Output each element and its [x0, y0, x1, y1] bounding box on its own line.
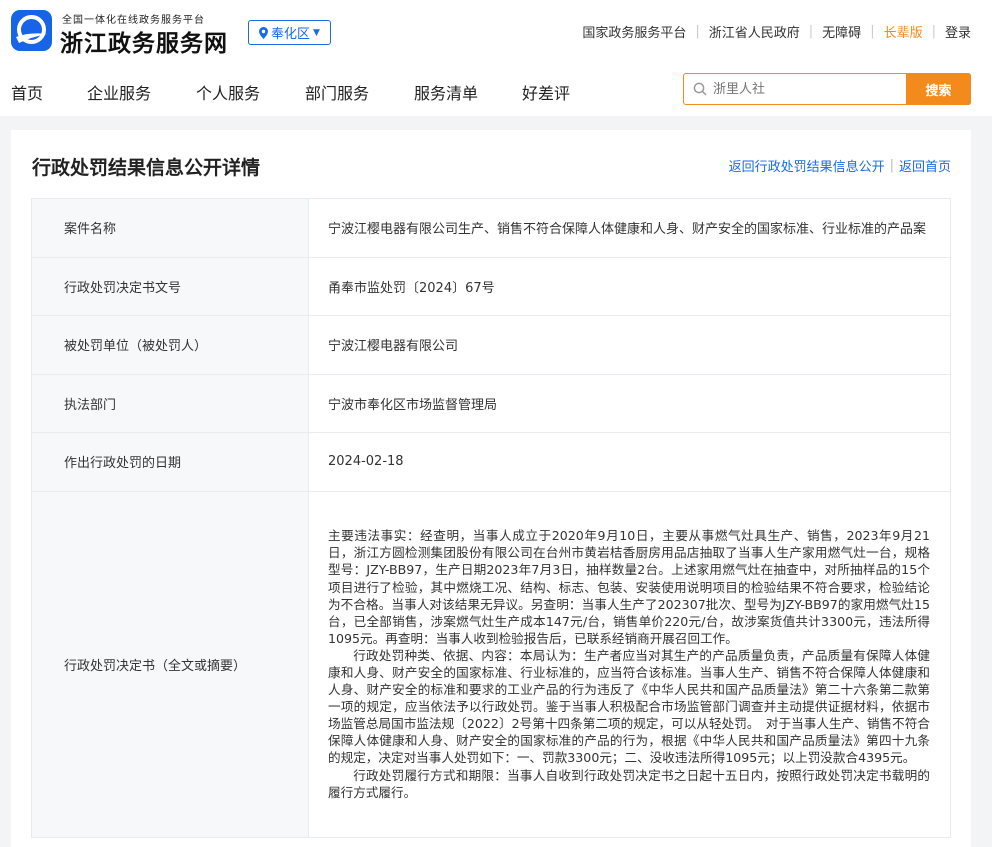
- search-icon: [693, 82, 707, 96]
- decision-date-label: 作出行政处罚的日期: [31, 432, 309, 492]
- divider: |: [870, 24, 875, 39]
- table-row: 行政处罚决定书文号 甬奉市监处罚〔2024〕67号: [31, 256, 951, 316]
- table-row: 案件名称 宁波江樱电器有限公司生产、销售不符合保障人体健康和人身、财产安全的国家…: [31, 198, 951, 258]
- back-to-home-link[interactable]: 返回首页: [899, 156, 951, 175]
- top-header: 全国一体化在线政务服务平台 浙江政务服务网 奉化区 ▼ 国家政务服务平台 | 浙…: [0, 0, 992, 64]
- divider: |: [931, 24, 936, 39]
- detail-table: 案件名称 宁波江樱电器有限公司生产、销售不符合保障人体健康和人身、财产安全的国家…: [31, 198, 951, 838]
- table-row: 执法部门 宁波市奉化区市场监督管理局: [31, 373, 951, 433]
- nav-item-evaluation[interactable]: 好差评: [522, 80, 570, 104]
- case-name-value: 宁波江樱电器有限公司生产、销售不符合保障人体健康和人身、财产安全的国家标准、行业…: [308, 198, 951, 258]
- nav-item-enterprise[interactable]: 企业服务: [87, 80, 151, 104]
- link-login[interactable]: 登录: [945, 22, 971, 41]
- nav-item-department[interactable]: 部门服务: [305, 80, 369, 104]
- link-accessibility[interactable]: 无障碍: [822, 22, 861, 41]
- nav-item-home[interactable]: 首页: [11, 80, 43, 104]
- link-elderly-mode[interactable]: 长辈版: [884, 22, 923, 41]
- region-label: 奉化区: [271, 27, 311, 42]
- search-box: 搜索: [683, 73, 971, 105]
- table-row: 行政处罚决定书（全文或摘要） 主要违法事实：经查明，当事人成立于2020年9月1…: [31, 490, 951, 838]
- performance-method-paragraph: 行政处罚履行方式和期限：当事人自收到行政处罚决定书之日起十五日内，按照行政处罚决…: [328, 767, 930, 800]
- table-row: 作出行政处罚的日期 2024-02-18: [31, 432, 951, 492]
- link-national-platform[interactable]: 国家政务服务平台: [582, 22, 686, 41]
- decision-doc-value: 主要违法事实：经查明，当事人成立于2020年9月10日，主要从事燃气灶具生产、销…: [308, 490, 951, 838]
- link-provincial-government[interactable]: 浙江省人民政府: [709, 22, 800, 41]
- content-card: 行政处罚结果信息公开详情 返回行政处罚结果信息公开 | 返回首页 案件名称 宁波…: [11, 130, 971, 847]
- decision-number-label: 行政处罚决定书文号: [31, 256, 309, 316]
- page-title: 行政处罚结果信息公开详情: [32, 157, 261, 179]
- divider: |: [889, 158, 894, 173]
- decision-number-value: 甬奉市监处罚〔2024〕67号: [308, 256, 951, 316]
- divider: |: [808, 24, 814, 39]
- search-button[interactable]: 搜索: [906, 73, 971, 105]
- main-nav: 首页 企业服务 个人服务 部门服务 服务清单 好差评 搜索: [0, 64, 992, 116]
- enforcement-dept-label: 执法部门: [31, 373, 309, 433]
- region-selector[interactable]: 奉化区 ▼: [248, 20, 331, 45]
- caret-down-icon: ▼: [313, 27, 320, 38]
- top-links: 国家政务服务平台 | 浙江省人民政府 | 无障碍 | 长辈版 | 登录: [582, 22, 971, 41]
- penalized-party-value: 宁波江樱电器有限公司: [308, 315, 951, 375]
- location-pin-icon: [259, 26, 269, 39]
- back-to-list-link[interactable]: 返回行政处罚结果信息公开: [729, 156, 885, 175]
- enforcement-dept-value: 宁波市奉化区市场监督管理局: [308, 373, 951, 433]
- logo-title[interactable]: 浙江政务服务网: [60, 24, 228, 58]
- decision-doc-label: 行政处罚决定书（全文或摘要）: [31, 490, 309, 838]
- violation-facts-paragraph: 主要违法事实：经查明，当事人成立于2020年9月10日，主要从事燃气灶具生产、销…: [328, 528, 930, 646]
- case-name-label: 案件名称: [31, 198, 309, 258]
- table-row: 被处罚单位（被处罚人） 宁波江樱电器有限公司: [31, 315, 951, 375]
- breadcrumb: 返回行政处罚结果信息公开 | 返回首页: [729, 156, 951, 175]
- logo-icon[interactable]: [11, 10, 52, 51]
- penalized-party-label: 被处罚单位（被处罚人）: [31, 315, 309, 375]
- nav-item-service-list[interactable]: 服务清单: [414, 80, 478, 104]
- search-input[interactable]: [713, 75, 903, 103]
- penalty-basis-paragraph: 行政处罚种类、依据、内容：本局认为：生产者应当对其生产的产品质量负责，产品质量有…: [328, 647, 930, 766]
- nav-item-personal[interactable]: 个人服务: [196, 80, 260, 104]
- divider: |: [695, 24, 700, 39]
- decision-date-value: 2024-02-18: [308, 432, 951, 492]
